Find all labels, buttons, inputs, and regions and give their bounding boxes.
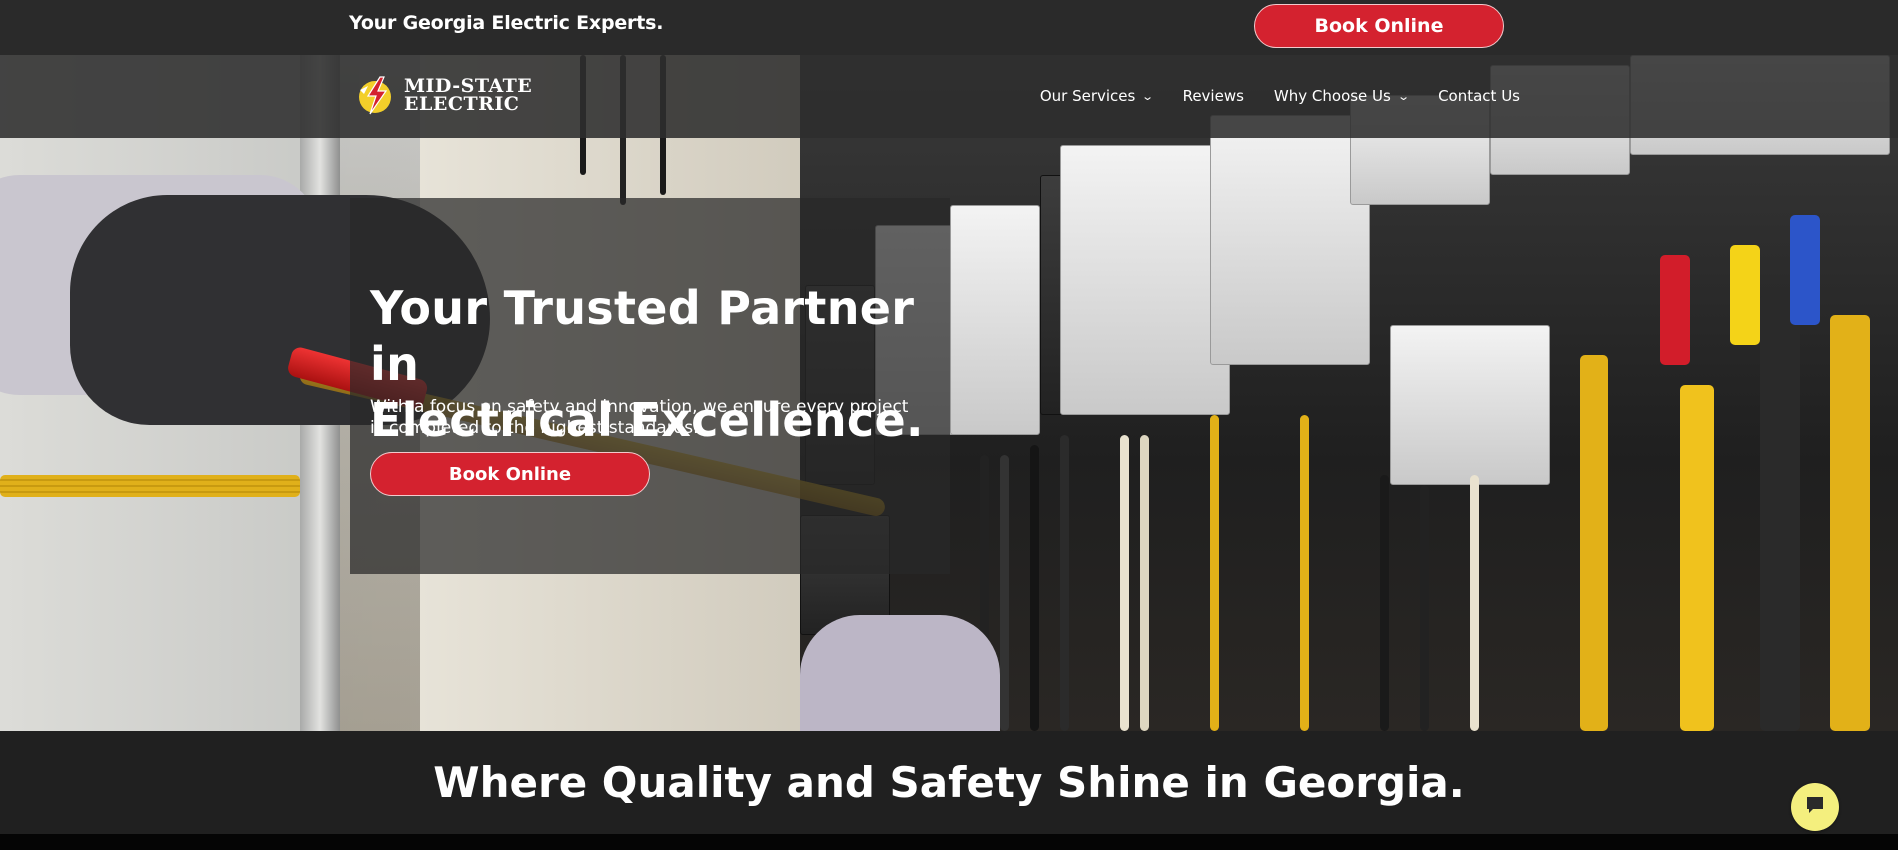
wire: [1120, 435, 1129, 731]
footer-strip: [0, 834, 1898, 850]
wire: [1380, 475, 1389, 731]
breaker: [1390, 325, 1550, 485]
top-book-online-button[interactable]: Book Online: [1254, 4, 1504, 48]
nav-item-label: Reviews: [1182, 87, 1244, 105]
wire: [1790, 215, 1820, 325]
breaker: [950, 205, 1040, 435]
hero-book-online-button[interactable]: Book Online: [370, 452, 650, 496]
nav-item-why-choose-us[interactable]: Why Choose Us ⌄: [1273, 87, 1410, 105]
lightning-bolt-icon: [354, 74, 396, 116]
nav-item-our-services[interactable]: Our Services ⌄: [1039, 87, 1155, 105]
glove-lower: [800, 615, 1000, 731]
hero-subtitle-line: is completed to the highest standards.: [370, 418, 699, 438]
chat-bubble-icon: [1804, 794, 1826, 821]
wire: [1140, 435, 1149, 731]
breaker: [1060, 145, 1230, 415]
nav-item-label: Our Services: [1039, 87, 1136, 105]
main-navbar: [0, 55, 1898, 138]
wire: [1830, 315, 1870, 731]
wire: [1060, 435, 1069, 731]
wire: [1730, 245, 1760, 345]
wire: [1210, 415, 1219, 731]
wire: [1030, 445, 1039, 731]
chevron-down-icon: ⌄: [1397, 89, 1410, 103]
nav-menu: Our Services ⌄ Reviews Why Choose Us ⌄ C…: [1040, 84, 1520, 108]
wire: [1660, 255, 1690, 365]
wire: [1420, 485, 1429, 731]
logo-line: ELECTRIC: [404, 93, 520, 115]
site-logo[interactable]: MID-STATE ELECTRIC: [354, 73, 546, 117]
wire: [1580, 355, 1608, 731]
wire-bundle: [0, 475, 300, 497]
nav-item-label: Contact Us: [1438, 87, 1520, 105]
hero-subtitle-line: With a focus on safety and innovation, w…: [370, 397, 909, 417]
logo-text: MID-STATE ELECTRIC: [404, 77, 532, 115]
top-bar: [0, 0, 1898, 55]
banner-title: Where Quality and Safety Shine in Georgi…: [433, 758, 1465, 807]
nav-item-reviews[interactable]: Reviews: [1183, 87, 1244, 105]
wire: [1760, 295, 1800, 731]
hero-title-line: Your Trusted Partner in: [370, 281, 915, 391]
wire: [1000, 455, 1009, 731]
wire: [1300, 415, 1309, 731]
chevron-down-icon: ⌄: [1141, 89, 1155, 103]
wire: [1680, 385, 1714, 731]
nav-item-label: Why Choose Us: [1273, 87, 1391, 105]
wire: [1470, 475, 1479, 731]
nav-item-contact-us[interactable]: Contact Us: [1438, 87, 1520, 105]
breaker: [1210, 115, 1370, 365]
hero-subtitle: With a focus on safety and innovation, w…: [370, 397, 950, 439]
chat-button[interactable]: [1791, 783, 1839, 831]
tagline: Your Georgia Electric Experts.: [349, 12, 664, 34]
